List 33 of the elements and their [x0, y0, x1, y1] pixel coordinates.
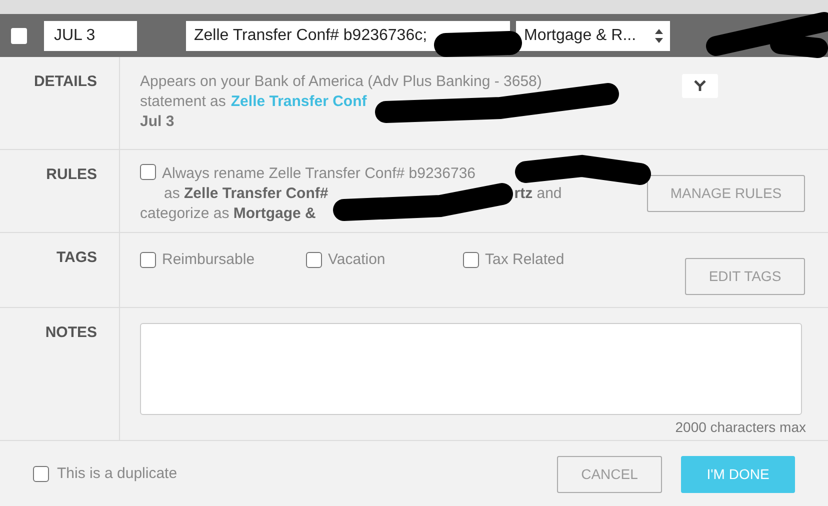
manage-rules-button[interactable]: MANAGE RULES: [647, 175, 805, 212]
payee-link[interactable]: Zelle Transfer Conf: [230, 92, 367, 112]
checkbox[interactable]: [140, 164, 156, 180]
rule-text: Always rename Zelle Transfer Conf# b9236736: [162, 164, 476, 184]
checkbox[interactable]: [463, 252, 479, 268]
section-label: NOTES: [45, 323, 97, 343]
checkbox[interactable]: [306, 252, 322, 268]
tag-label: Tax Related: [485, 250, 564, 270]
notes-field[interactable]: [140, 323, 802, 415]
sort-arrows-icon: [654, 28, 664, 44]
rule-text: categorize as Mortgage &: [140, 204, 316, 224]
duplicate-label: This is a duplicate: [57, 464, 178, 484]
details-text: Appears on your Bank of America (Adv Plus Banking - 3658): [140, 72, 542, 92]
tag-label: Reimbursable: [162, 250, 255, 270]
checkbox[interactable]: [33, 466, 49, 482]
rule-text: as Zelle Transfer Conf#: [164, 184, 328, 204]
character-limit: 2000 characters max: [675, 418, 806, 437]
statement-date: Jul 3: [140, 112, 174, 132]
split-button[interactable]: [682, 74, 718, 98]
checkbox[interactable]: [140, 252, 156, 268]
details-text: statement as: [140, 92, 226, 112]
edit-tags-button[interactable]: EDIT TAGS: [685, 258, 805, 295]
cancel-button[interactable]: CANCEL: [557, 456, 662, 492]
split-icon: [693, 80, 707, 92]
section-label: TAGS: [56, 248, 97, 268]
category-select[interactable]: Mortgage & R...: [516, 20, 670, 50]
section-label: RULES: [46, 165, 97, 185]
tag-label: Vacation: [328, 250, 386, 270]
date-field[interactable]: JUL 3: [44, 20, 137, 50]
rule-text: rtz and: [514, 184, 562, 204]
section-label: DETAILS: [34, 72, 97, 92]
select-checkbox[interactable]: [11, 28, 27, 44]
done-button[interactable]: I'M DONE: [681, 456, 795, 492]
